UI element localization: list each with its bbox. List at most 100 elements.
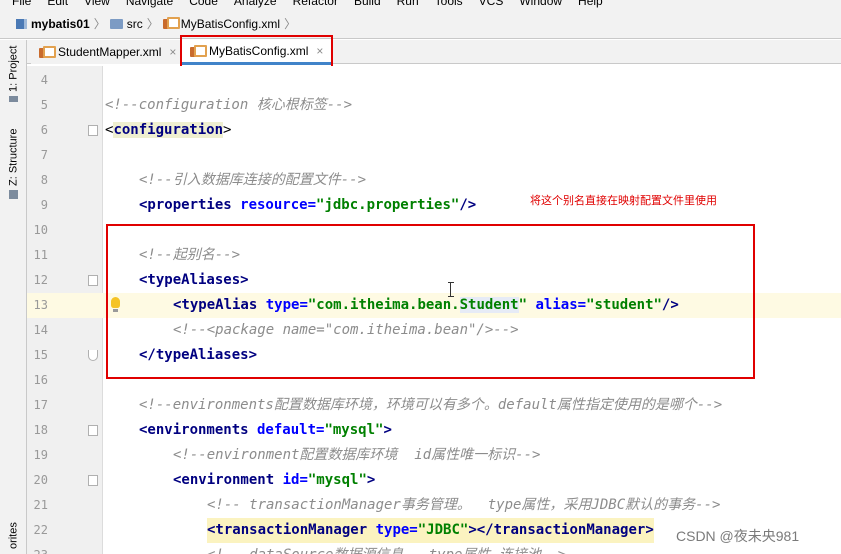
line-number: 9: [40, 198, 48, 212]
code-tag: >: [366, 472, 376, 488]
code-comment: <!--引入数据库连接的配置文件-->: [139, 172, 367, 188]
code-text: <configuration>: [105, 118, 231, 143]
code-line: 21 <!-- transactionManager事务管理。 type属性，采…: [27, 493, 841, 518]
code-attribute: default=: [248, 422, 325, 438]
fold-icon[interactable]: [88, 275, 98, 286]
breadcrumb-item-file[interactable]: MyBatisConfig.xml: [162, 16, 281, 31]
code-line: 17 <!--environments配置数据库环境，环境可以有多个。defau…: [27, 393, 841, 418]
code-tag: ></transactionManager>: [468, 522, 654, 538]
breadcrumb-label: src: [126, 16, 143, 31]
line-number: 16: [33, 373, 48, 387]
line-number: 23: [27, 543, 48, 554]
tool-window-favorites-label: orites: [7, 522, 20, 550]
breadcrumb-item-src[interactable]: src: [109, 16, 143, 31]
tool-window-favorites[interactable]: orites: [0, 518, 27, 554]
code-line: 6 <configuration>: [27, 118, 841, 143]
fold-icon[interactable]: [88, 425, 98, 436]
menu-file[interactable]: File: [0, 0, 38, 9]
code-line: 9 <properties resource="jdbc.properties"…: [27, 193, 841, 218]
line-number: 14: [33, 323, 48, 337]
fold-icon[interactable]: [88, 125, 98, 136]
code-tag: configuration: [113, 122, 224, 138]
close-icon[interactable]: ×: [169, 45, 176, 59]
fold-icon[interactable]: [88, 475, 98, 486]
code-line: 4: [27, 68, 841, 93]
menu-edit[interactable]: Edit: [38, 0, 75, 9]
code-comment: <!--environments配置数据库环境，环境可以有多个。default属…: [139, 397, 723, 413]
tool-window-project-label: 1: Project: [7, 46, 20, 93]
line-number: 22: [33, 523, 48, 537]
highlight-box-code: [106, 224, 755, 379]
folder-icon: [109, 18, 123, 29]
code-attribute: id=: [274, 472, 308, 488]
chevron-right-icon: 〉: [93, 17, 106, 31]
code-value: "JDBC": [417, 522, 469, 538]
code-attribute: type=: [367, 522, 418, 538]
menu-code[interactable]: Code: [180, 0, 225, 9]
tab-student-mapper[interactable]: StudentMapper.xml ×: [31, 40, 185, 64]
line-number: 12: [33, 273, 48, 287]
menu-build[interactable]: Build: [345, 0, 388, 9]
code-text: <environments default="mysql">: [139, 418, 392, 443]
line-number: 19: [33, 448, 48, 462]
menu-view[interactable]: View: [75, 0, 117, 9]
code-tag: <properties: [139, 197, 232, 213]
code-text: <properties resource="jdbc.properties"/>: [139, 193, 476, 218]
chevron-right-icon: 〉: [146, 17, 159, 31]
xml-file-icon: [162, 17, 180, 30]
code-text: <environment id="mysql">: [173, 468, 375, 493]
annotation-note: 将这个别名直接在映射配置文件里使用: [530, 195, 717, 207]
line-number: 17: [33, 398, 48, 412]
tool-window-structure-label: Z: Structure: [7, 128, 20, 187]
text-cursor-icon: [448, 282, 456, 297]
menu-analyze[interactable]: Analyze: [225, 0, 284, 9]
structure-icon: [9, 190, 18, 200]
line-number: 18: [33, 423, 48, 437]
code-line: 5 <!--configuration 核心根标签-->: [27, 93, 841, 118]
module-icon: [16, 18, 27, 29]
breadcrumb-label: mybatis01: [31, 16, 90, 31]
code-line: 20 <environment id="mysql">: [27, 468, 841, 493]
code-line: 7: [27, 143, 841, 168]
breadcrumb: mybatis01 〉 src 〉 MyBatisConfig.xml 〉: [0, 9, 841, 39]
code-text: <transactionManager type="JDBC"></transa…: [207, 518, 654, 543]
code-value: "mysql": [324, 422, 384, 438]
breadcrumb-item-module[interactable]: mybatis01: [16, 17, 90, 31]
xml-file-icon: [39, 45, 56, 59]
code-line: 19 <!--environment配置数据库环境 id属性唯一标识-->: [27, 443, 841, 468]
code-comment: <!--environment配置数据库环境 id属性唯一标识-->: [173, 447, 541, 463]
code-tag: <environment: [173, 472, 275, 488]
line-number: 4: [40, 73, 48, 87]
code-value: "mysql": [307, 472, 367, 488]
line-number: 5: [40, 98, 48, 112]
breadcrumb-label: MyBatisConfig.xml: [180, 16, 281, 31]
line-number: 21: [33, 498, 48, 512]
code-comment: <!-- dataSource数据源信息 type属性 连接池-->: [207, 543, 566, 554]
menu-navigate[interactable]: Navigate: [117, 0, 180, 9]
line-number: 11: [33, 248, 48, 262]
menu-window[interactable]: Window: [510, 0, 569, 9]
code-tag: <environments: [139, 422, 249, 438]
menu-run[interactable]: Run: [388, 0, 426, 9]
line-number: 13: [33, 298, 48, 312]
menu-tools[interactable]: Tools: [426, 0, 470, 9]
line-number: 20: [33, 473, 48, 487]
fold-end-icon[interactable]: [88, 350, 98, 361]
editor-tab-bar: StudentMapper.xml × MyBatisConfig.xml ×: [27, 40, 841, 65]
code-value: "jdbc.properties": [316, 197, 460, 213]
menu-bar: File Edit View Navigate Code Analyze Ref…: [0, 0, 841, 9]
line-number: 10: [33, 223, 48, 237]
code-comment: <!--configuration 核心根标签-->: [105, 97, 353, 113]
line-number: 7: [40, 148, 48, 162]
menu-refactor[interactable]: Refactor: [284, 0, 345, 9]
line-number: 6: [40, 123, 48, 137]
code-line: 8 <!--引入数据库连接的配置文件-->: [27, 168, 841, 193]
tool-window-structure[interactable]: Z: Structure: [0, 128, 27, 200]
tool-window-project[interactable]: 1: Project: [0, 46, 27, 102]
code-comment: <!-- transactionManager事务管理。 type属性，采用JD…: [207, 497, 721, 513]
menu-vcs[interactable]: VCS: [470, 0, 511, 9]
menu-help[interactable]: Help: [569, 0, 610, 9]
line-number: 15: [33, 348, 48, 362]
code-tag: />: [459, 197, 477, 213]
watermark: CSDN @夜未央981: [676, 528, 800, 544]
